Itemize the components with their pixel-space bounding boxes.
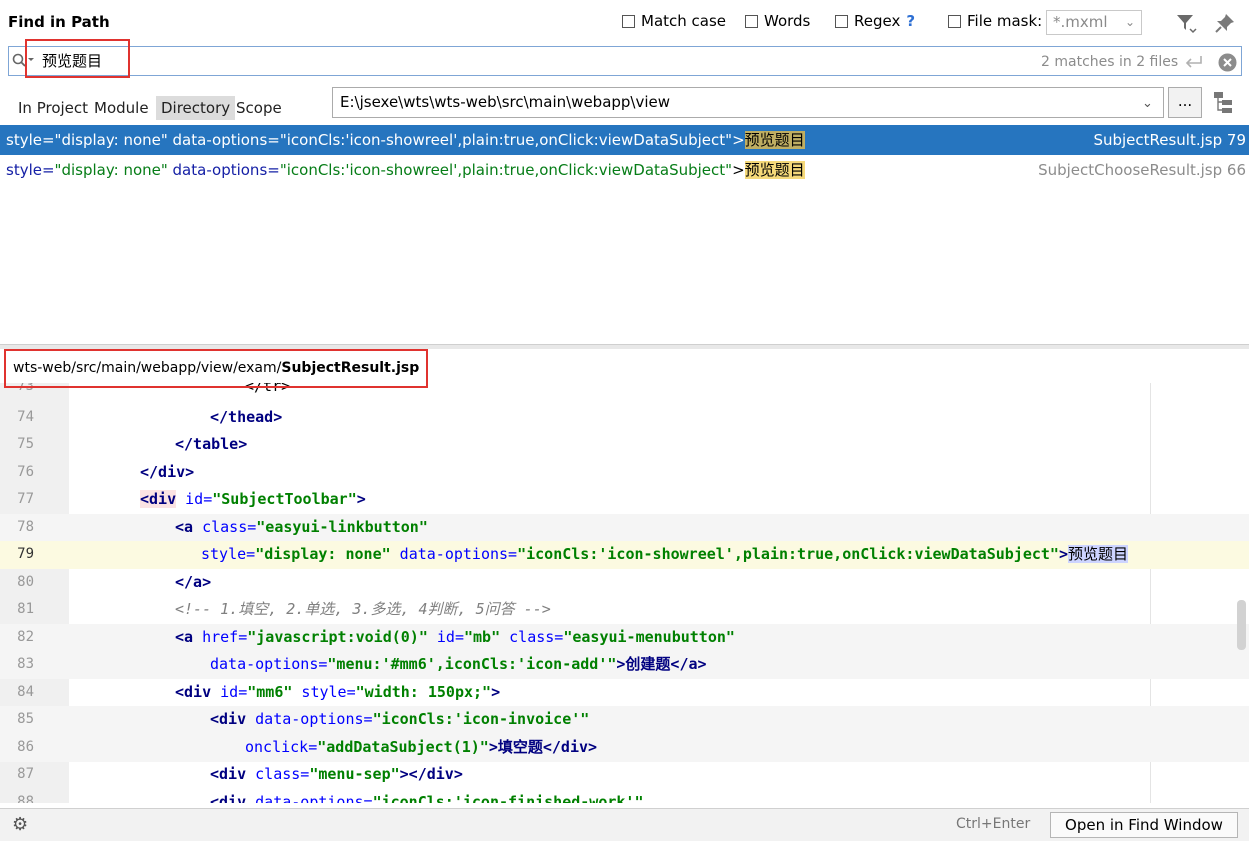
code-line: 82 <a href="javascript:void(0)" id="mb" c…: [0, 624, 1249, 652]
file-mask-checkbox[interactable]: [948, 14, 961, 28]
code-line: 85 <div data-options="iconCls:'icon-invoi…: [0, 706, 1249, 734]
match-highlight: 预览题目: [744, 131, 805, 149]
code-line: 84 <div id="mm6" style="width: 150px;">: [17, 683, 501, 701]
code-line: 76 </div>: [17, 463, 195, 481]
vertical-scrollbar[interactable]: [1237, 600, 1246, 650]
tab-directory[interactable]: Directory: [156, 96, 236, 120]
pin-icon[interactable]: [1214, 12, 1236, 38]
file-mask-value: *.mxml: [1053, 13, 1108, 31]
clear-search-icon[interactable]: [1218, 53, 1237, 76]
match-case-option[interactable]: Match case: [622, 12, 726, 30]
tab-in-project[interactable]: In Project: [13, 96, 93, 120]
code-line-current: 79 style="display: none" data-options="ic…: [0, 541, 1249, 569]
file-mask-option[interactable]: File mask:: [948, 12, 1042, 30]
code-line: 77 <div id="SubjectToolbar">: [17, 490, 366, 508]
code-line: 81 <!-- 1.填空, 2.单选, 3.多选, 4判断, 5问答 -->: [17, 600, 551, 618]
dialog-title: Find in Path: [8, 13, 110, 31]
regex-help-link[interactable]: ?: [906, 12, 915, 30]
code-line: 78 <a class="easyui-linkbutton": [0, 514, 1249, 542]
result-file: SubjectChooseResult.jsp 66: [1038, 161, 1246, 179]
words-label: Words: [764, 12, 811, 30]
code-preview[interactable]: 73 </tr> 74 </thead> 75 </table> 76 </div> 7…: [0, 383, 1249, 803]
shortcut-hint: Ctrl+Enter: [956, 816, 1031, 832]
words-checkbox[interactable]: [745, 14, 758, 28]
gear-icon[interactable]: ⚙: [12, 814, 28, 835]
match-highlight: 预览题目: [744, 161, 805, 179]
words-option[interactable]: Words: [745, 12, 810, 30]
match-case-label: Match case: [641, 12, 727, 30]
match-count: 2 matches in 2 files: [1041, 54, 1179, 70]
result-row[interactable]: style="display: none" data-options="icon…: [0, 125, 1249, 155]
directory-path: E:\jsexe\wts\wts-web\src\main\webapp\vie…: [340, 93, 671, 111]
code-line: 87 <div class="menu-sep"></div>: [17, 765, 463, 783]
code-line: 74 </thead>: [17, 408, 283, 426]
code-line: 86 onclick="addDataSubject(1)">填空题</div>: [0, 734, 1249, 762]
tab-module[interactable]: Module: [89, 96, 154, 120]
result-text: style="display: none" data-options="icon…: [6, 161, 805, 179]
search-highlight-box: [25, 39, 130, 78]
match-case-checkbox[interactable]: [622, 14, 635, 28]
chevron-down-icon: ⌄: [1124, 15, 1135, 29]
match-highlight: 预览题目: [1067, 545, 1128, 563]
result-row[interactable]: style="display: none" data-options="icon…: [0, 155, 1249, 185]
regex-label: Regex: [854, 12, 901, 30]
enter-icon: [1184, 54, 1204, 74]
regex-option[interactable]: Regex ?: [835, 12, 915, 30]
open-in-find-window-button[interactable]: Open in Find Window: [1050, 812, 1238, 838]
chevron-down-icon[interactable]: ⌄: [1142, 96, 1153, 111]
result-file: SubjectResult.jsp 79: [1093, 131, 1246, 149]
code-line: 80 </a>: [17, 573, 212, 591]
recursive-tree-icon[interactable]: [1210, 88, 1238, 116]
path-highlight-box: [4, 349, 428, 388]
file-mask-label: File mask:: [967, 12, 1043, 30]
filter-icon[interactable]: [1175, 12, 1197, 38]
result-text: style="display: none" data-options="icon…: [6, 131, 805, 149]
browse-button[interactable]: ...: [1168, 87, 1202, 118]
code-line: 75 </table>: [17, 435, 248, 453]
file-mask-select[interactable]: *.mxml ⌄: [1046, 10, 1142, 35]
tab-scope[interactable]: Scope: [231, 96, 287, 120]
code-line: 88 <div data-options="iconCls:'icon-finis…: [17, 793, 644, 803]
regex-checkbox[interactable]: [835, 14, 848, 28]
code-line: 83 data-options="menu:'#mm6',iconCls:'ico…: [0, 651, 1249, 679]
